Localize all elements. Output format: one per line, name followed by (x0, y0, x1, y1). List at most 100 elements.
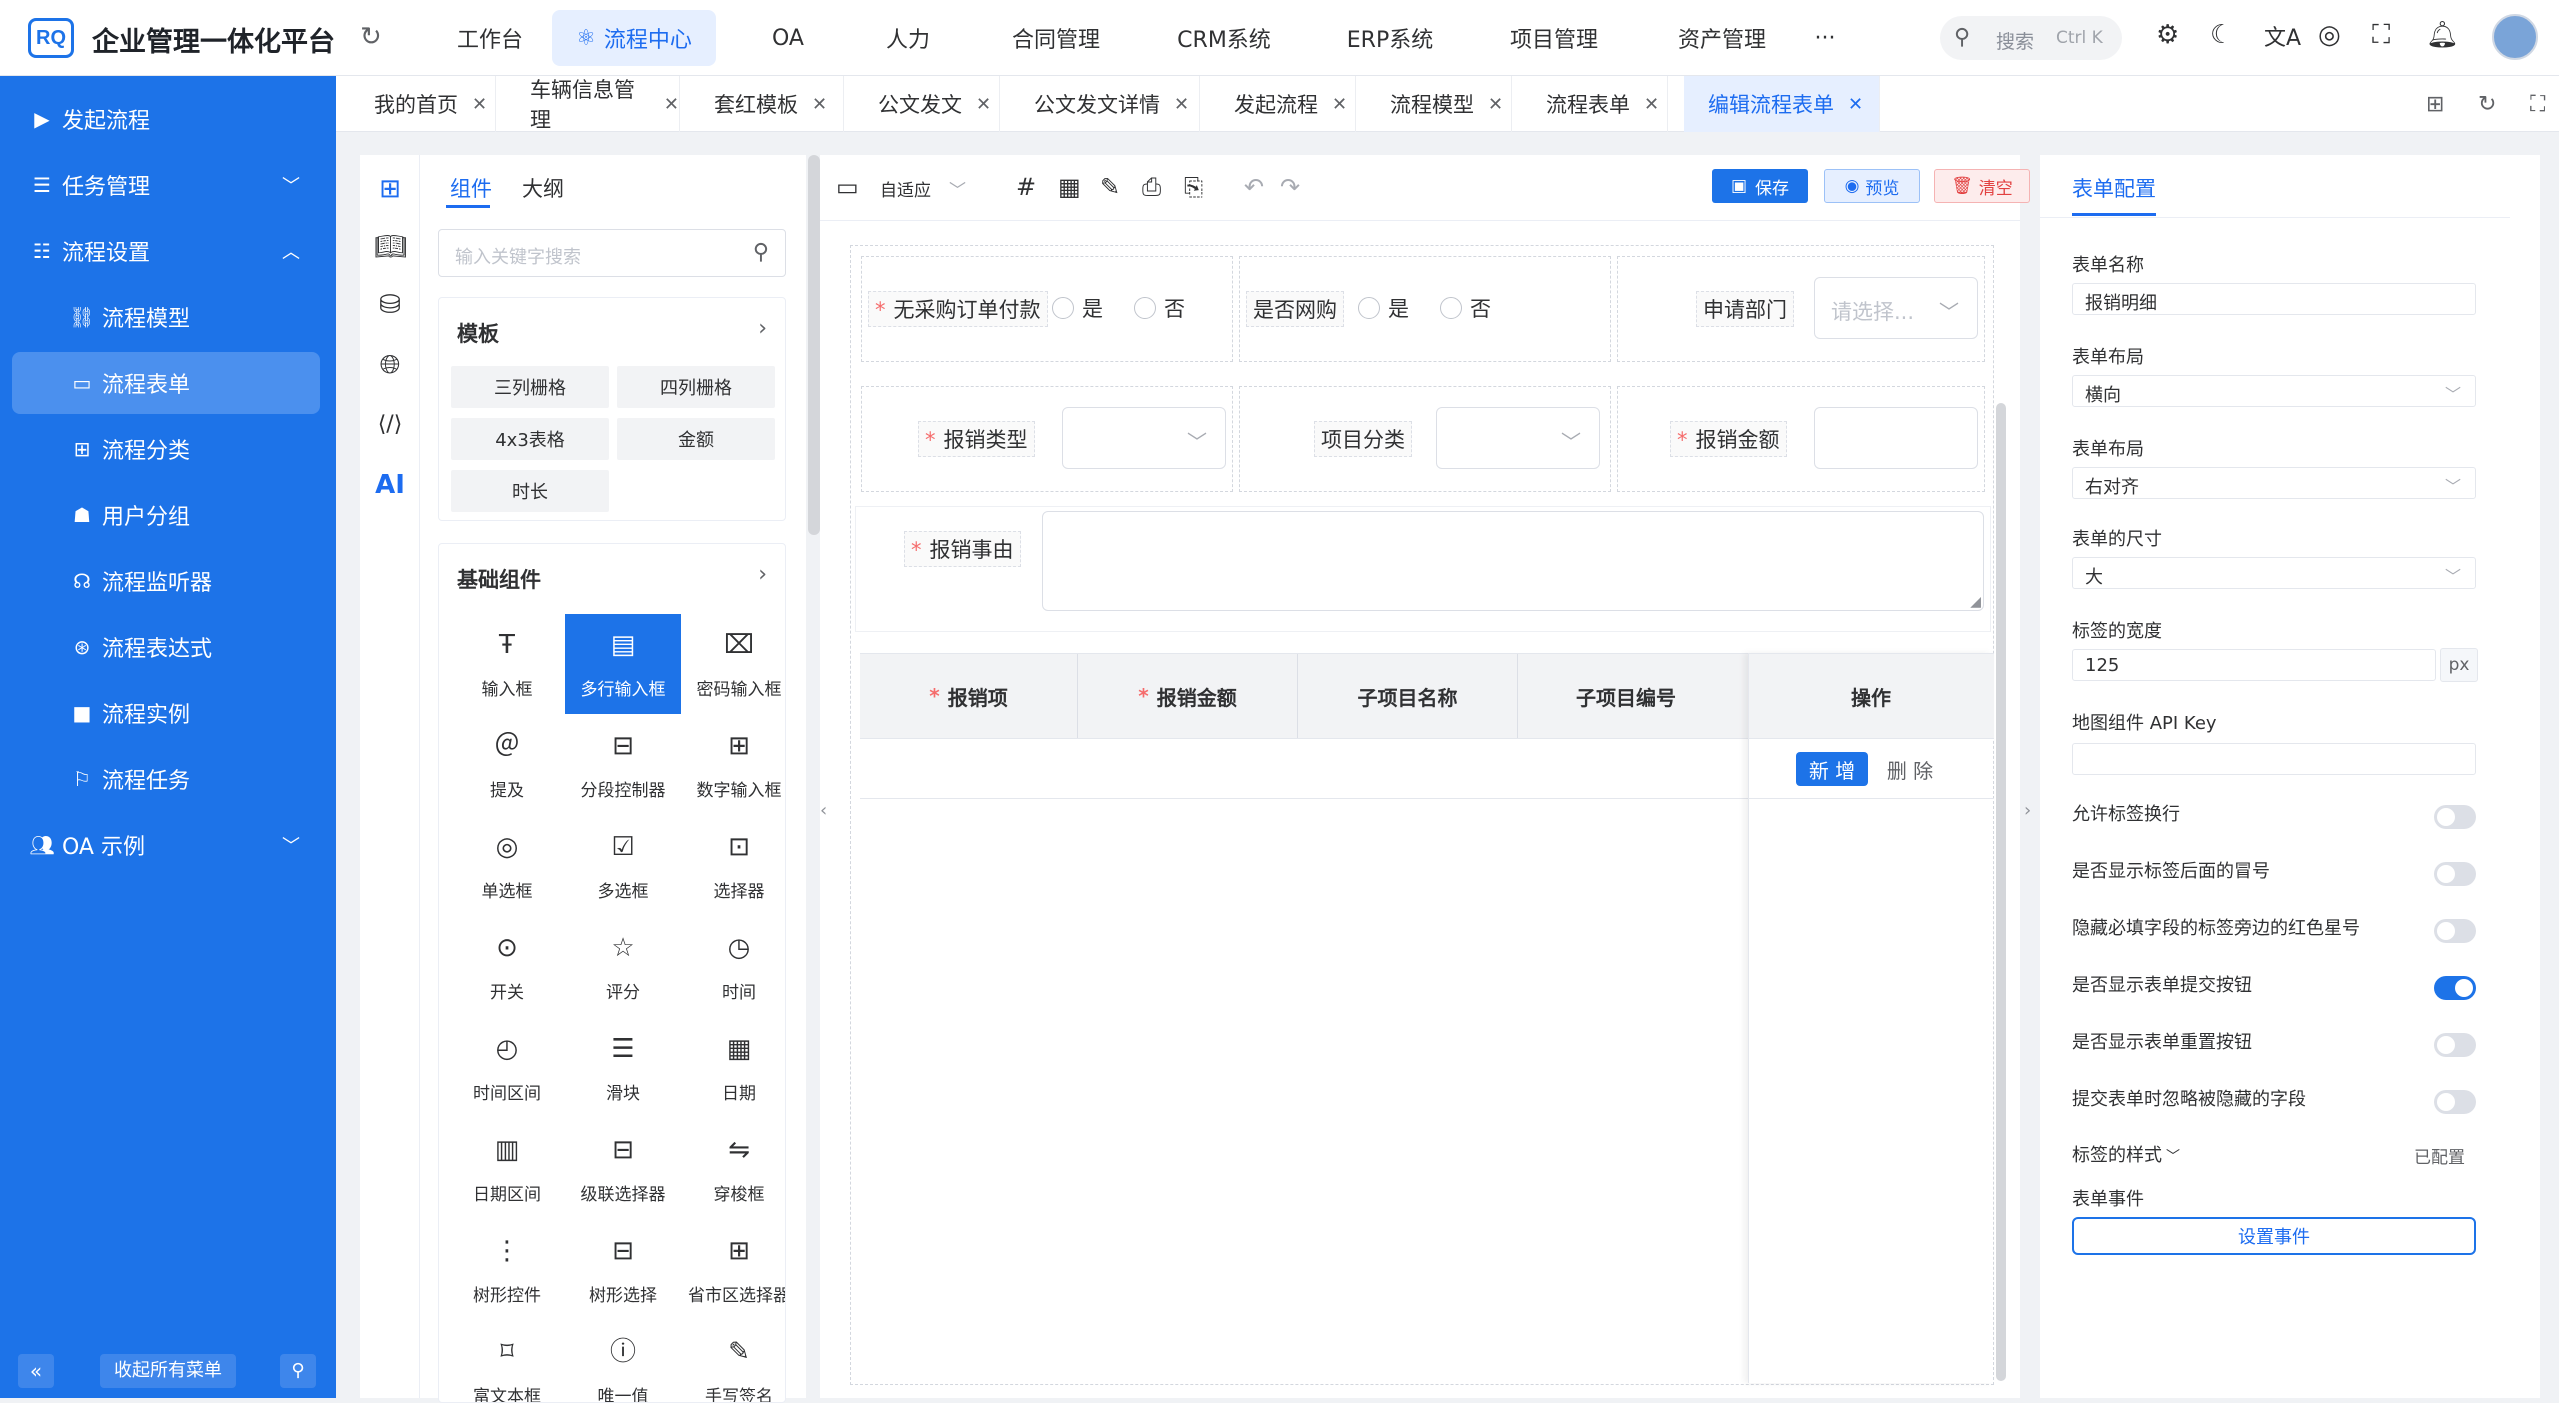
dept-select[interactable]: 请选择...﹀ (1814, 277, 1978, 339)
tab-form-config[interactable]: 表单配置 (2072, 173, 2156, 203)
submit-button-toggle[interactable] (2434, 976, 2476, 1000)
collapse-all-button[interactable]: 收起所有菜单 (100, 1354, 236, 1388)
nav-process-center[interactable]: ⚛流程中心 (552, 10, 716, 66)
sidebar-item-expression[interactable]: ⊛流程表达式 (12, 616, 320, 678)
label-align-select[interactable]: 右对齐﹀ (2072, 467, 2476, 499)
map-key-input[interactable] (2072, 743, 2476, 775)
tab-doc-issue[interactable]: 公文发文✕ (844, 76, 1000, 132)
form-name-input[interactable]: 报销明细 (2072, 283, 2476, 315)
reset-button-toggle[interactable] (2434, 1033, 2476, 1057)
sidebar-item-process-category[interactable]: ⊞流程分类 (12, 418, 320, 480)
panel-scrollbar[interactable] (808, 155, 820, 535)
chevron-right-icon[interactable]: › (758, 562, 767, 587)
code-icon[interactable]: ⟨/⟩ (374, 409, 406, 441)
radio-no[interactable] (1134, 297, 1156, 319)
template-item[interactable]: 时长 (451, 470, 609, 512)
tab-doc-issue-detail[interactable]: 公文发文详情✕ (1000, 76, 1200, 132)
component-item[interactable]: ⊙开关 (449, 917, 565, 1017)
ignore-hidden-toggle[interactable] (2434, 1090, 2476, 1114)
wrap-label-toggle[interactable] (2434, 805, 2476, 829)
avatar[interactable] (2492, 14, 2538, 60)
sidebar-item-oa-example[interactable]: 👥︎OA 示例﹀ (12, 814, 320, 876)
hide-asterisk-toggle[interactable] (2434, 919, 2476, 943)
component-item[interactable]: ◴时间区间 (449, 1018, 565, 1118)
form-layout-select[interactable]: 横向﹀ (2072, 375, 2476, 407)
field-cell-expense-type[interactable]: *报销类型 ﹀ (861, 386, 1233, 492)
close-icon[interactable]: ✕ (812, 94, 827, 115)
nav-asset[interactable]: 资产管理 (1660, 10, 1784, 66)
colon-toggle[interactable] (2434, 862, 2476, 886)
undo-icon[interactable]: ↶ (1244, 173, 1264, 201)
tab-edit-process-form[interactable]: 编辑流程表单✕ (1684, 76, 1880, 132)
bell-icon[interactable]: 🔔︎ (2426, 20, 2459, 50)
component-item[interactable]: ◎单选框 (449, 816, 565, 916)
collapse-right-icon[interactable]: › (2024, 800, 2040, 840)
tab-start-process[interactable]: 发起流程✕ (1200, 76, 1356, 132)
add-row-button[interactable]: 新 增 (1796, 752, 1868, 786)
preview-button[interactable]: ◉预览 (1824, 169, 1920, 203)
form-size-select[interactable]: 大﹀ (2072, 557, 2476, 589)
device-icon[interactable]: ▭ (836, 173, 859, 201)
component-item[interactable]: ▥日期区间 (449, 1119, 565, 1219)
sidebar-item-instance[interactable]: ■流程实例 (12, 682, 320, 744)
field-cell-dept[interactable]: 申请部门 请选择...﹀ (1617, 256, 1985, 362)
export-icon[interactable]: ⎘ (1184, 173, 1203, 201)
component-item[interactable]: ⋮树形控件 (449, 1220, 565, 1320)
nav-oa[interactable]: OA (740, 10, 836, 66)
component-item[interactable]: ☰滑块 (565, 1018, 681, 1118)
label-width-input[interactable]: 125 (2072, 649, 2436, 681)
global-search[interactable]: ⚲ 搜索 Ctrl K (1940, 16, 2122, 60)
dark-mode-icon[interactable]: ☾ (2210, 20, 2233, 50)
collapse-left-icon[interactable]: ‹ (820, 800, 836, 840)
collapse-sidebar-icon[interactable]: « (18, 1354, 54, 1388)
app-logo[interactable]: RQ (28, 18, 74, 58)
globe-icon[interactable]: 🌐︎ (374, 349, 406, 381)
tab-vehicle[interactable]: 车辆信息管理✕ (496, 76, 680, 132)
hash-icon[interactable]: # (1016, 173, 1036, 201)
canvas-scrollbar[interactable] (1996, 403, 2006, 1381)
expense-type-select[interactable]: ﹀ (1062, 407, 1226, 469)
component-item[interactable]: ✎手写签名 (681, 1321, 786, 1403)
set-events-button[interactable]: 设置事件 (2072, 1217, 2476, 1255)
template-item[interactable]: 金额 (617, 418, 775, 460)
component-item[interactable]: ⌧密码输入框 (681, 614, 786, 714)
radio-no[interactable] (1440, 297, 1462, 319)
component-item[interactable]: ⊡选择器 (681, 816, 786, 916)
close-icon[interactable]: ✕ (1848, 94, 1863, 115)
component-item[interactable]: ＠提及 (449, 715, 565, 815)
sidebar-item-listener[interactable]: ☊流程监听器 (12, 550, 320, 612)
tab-components[interactable]: 组件 (450, 173, 492, 203)
component-item[interactable]: ▦日期 (681, 1018, 786, 1118)
component-item[interactable]: ⌑富文本框 (449, 1321, 565, 1403)
settings-icon[interactable]: ⚙ (2156, 20, 2179, 50)
print-icon[interactable]: ⎙ (1142, 173, 1161, 201)
close-icon[interactable]: ✕ (472, 94, 487, 115)
save-button[interactable]: ▣保存 (1712, 169, 1808, 203)
resize-handle-icon[interactable]: ◢ (1970, 594, 1981, 610)
component-item[interactable]: ⊞数字输入框 (681, 715, 786, 815)
reload-icon[interactable]: ↻ (2478, 92, 2496, 117)
chevron-right-icon[interactable]: › (758, 316, 767, 341)
components-icon[interactable]: ⊞ (374, 173, 406, 205)
expense-amount-input[interactable] (1814, 407, 1978, 469)
tab-process-model[interactable]: 流程模型✕ (1356, 76, 1512, 132)
component-item[interactable]: ⓘ唯一值 (565, 1321, 681, 1403)
component-item[interactable]: ⊞省市区选择器 (681, 1220, 786, 1320)
redo-icon[interactable]: ↷ (1280, 173, 1300, 201)
maximize-icon[interactable]: ⛶ (2530, 92, 2545, 117)
tab-home[interactable]: 我的首页✕ (336, 76, 496, 132)
component-item[interactable]: ☑多选框 (565, 816, 681, 916)
template-item[interactable]: 四列栅格 (617, 366, 775, 408)
field-cell-expense-amount[interactable]: *报销金额 (1617, 386, 1985, 492)
nav-erp[interactable]: ERP系统 (1326, 10, 1454, 66)
nav-more[interactable]: ··· (1800, 10, 1850, 66)
close-icon[interactable]: ✕ (1488, 94, 1503, 115)
nav-contract[interactable]: 合同管理 (996, 10, 1116, 66)
sidebar-item-process-model[interactable]: ⛓流程模型 (12, 286, 320, 348)
component-item[interactable]: ▤多行输入框 (565, 614, 681, 714)
tab-red-template[interactable]: 套红模板✕ (680, 76, 844, 132)
sidebar-item-user-group[interactable]: ☗用户分组 (12, 484, 320, 546)
translate-icon[interactable]: 文A (2264, 20, 2301, 52)
close-icon[interactable]: ✕ (976, 94, 991, 115)
right-panel-scrollbar[interactable] (2510, 155, 2540, 1398)
